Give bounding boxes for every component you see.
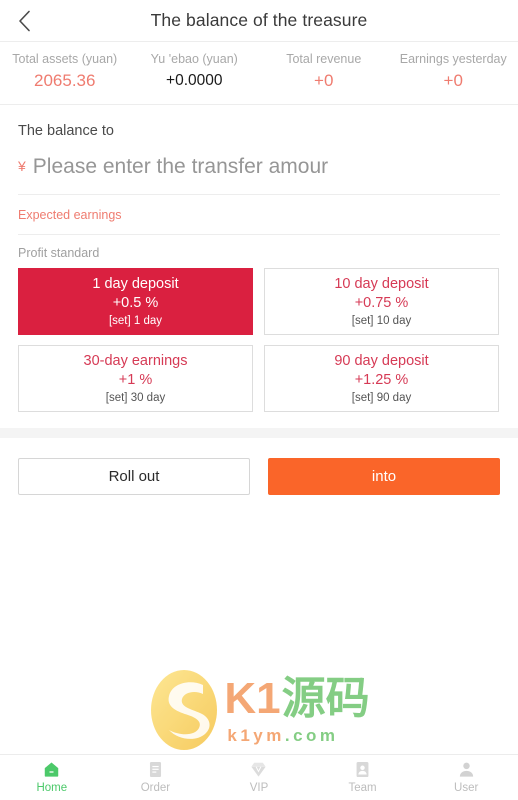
amount-input-row[interactable]: ¥ — [18, 145, 500, 195]
expected-earnings-label: Expected earnings — [18, 195, 500, 235]
tab-vip[interactable]: VIP — [207, 755, 311, 800]
back-button[interactable] — [0, 0, 48, 42]
into-label: into — [371, 468, 397, 485]
k1-s-logo-icon — [148, 668, 220, 752]
plan-term: [set] 30 day — [105, 391, 166, 404]
summary-stats: Total assets (yuan) 2065.36 Yu 'ebao (yu… — [0, 42, 518, 105]
tab-home[interactable]: Home — [0, 755, 104, 800]
watermark-domain-tld: .com — [284, 725, 339, 745]
watermark-domain-name: k1ym — [227, 725, 285, 745]
transfer-section: The balance to ¥ Expected earnings Profi… — [0, 105, 518, 428]
tab-team[interactable]: Team — [311, 755, 415, 800]
watermark-text: K1 源码 k1ym.com — [224, 673, 370, 744]
profit-standard-label: Profit standard — [18, 246, 100, 260]
into-button[interactable]: into — [268, 458, 500, 495]
vip-icon — [249, 760, 268, 779]
stat-label: Yu 'ebao (yuan) — [150, 52, 238, 66]
stat-value: 2065.36 — [34, 71, 96, 90]
transfer-amount-input[interactable] — [32, 153, 500, 181]
tab-order[interactable]: Order — [104, 755, 208, 800]
plan-card-1-day[interactable]: 1 day deposit +0.5 % [set] 1 day — [18, 268, 253, 335]
bottom-navigation: Home Order VIP Team User — [0, 754, 518, 800]
stat-earnings-yesterday: Earnings yesterday +0 — [389, 51, 518, 93]
section-divider — [0, 428, 518, 438]
stat-label: Total assets (yuan) — [12, 52, 118, 66]
stat-total-revenue: Total revenue +0 — [259, 51, 389, 93]
balance-to-label: The balance to — [18, 123, 114, 139]
plan-title: 10 day deposit — [334, 275, 429, 292]
yen-symbol-icon: ¥ — [18, 158, 26, 174]
plan-rate: +0.5 % — [112, 294, 159, 311]
tab-label: Team — [348, 782, 377, 794]
plan-card-90-day[interactable]: 90 day deposit +1.25 % [set] 90 day — [264, 345, 499, 412]
watermark-brand-cjk: 源码 — [281, 673, 370, 723]
tab-label: Order — [140, 782, 171, 794]
plan-card-30-day[interactable]: 30-day earnings +1 % [set] 30 day — [18, 345, 253, 412]
plan-list: 1 day deposit +0.5 % [set] 1 day 10 day … — [18, 268, 500, 428]
page-header: The balance of the treasure — [0, 0, 518, 42]
plan-title: 90 day deposit — [334, 352, 429, 369]
page-title: The balance of the treasure — [150, 10, 368, 30]
watermark-brand: K1 源码 — [224, 673, 370, 723]
stat-label: Earnings yesterday — [399, 52, 507, 66]
action-bar: Roll out into — [0, 438, 518, 517]
stat-value: +0 — [314, 71, 334, 90]
plan-title: 1 day deposit — [92, 275, 179, 292]
tab-label: VIP — [249, 782, 269, 794]
tab-label: User — [454, 782, 479, 794]
plan-term: [set] 90 day — [351, 391, 412, 404]
site-watermark: K1 源码 k1ym.com — [0, 660, 518, 760]
home-icon — [42, 760, 61, 779]
stat-yuebao: Yu 'ebao (yuan) +0.0000 — [130, 51, 260, 93]
plan-rate: +0.75 % — [354, 294, 409, 311]
tab-label: Home — [36, 782, 68, 794]
plan-term: [set] 1 day — [108, 314, 163, 327]
watermark-domain: k1ym.com — [227, 727, 369, 744]
user-icon — [457, 760, 476, 779]
stat-label: Total revenue — [286, 52, 362, 66]
app-screen: The balance of the treasure Total assets… — [0, 0, 518, 800]
roll-out-label: Roll out — [108, 468, 160, 485]
watermark-brand-latin: K1 — [224, 673, 281, 723]
stat-value: +0.0000 — [166, 72, 223, 89]
plan-rate: +1 % — [118, 371, 153, 388]
stat-total-assets: Total assets (yuan) 2065.36 — [0, 51, 130, 93]
stat-value: +0 — [443, 71, 463, 90]
team-icon — [353, 760, 372, 779]
plan-rate: +1.25 % — [354, 371, 409, 388]
order-icon — [146, 760, 165, 779]
tab-user[interactable]: User — [414, 755, 518, 800]
chevron-left-icon — [18, 10, 31, 32]
plan-term: [set] 10 day — [351, 314, 412, 327]
plan-title: 30-day earnings — [83, 352, 188, 369]
roll-out-button[interactable]: Roll out — [18, 458, 250, 495]
plan-card-10-day[interactable]: 10 day deposit +0.75 % [set] 10 day — [264, 268, 499, 335]
